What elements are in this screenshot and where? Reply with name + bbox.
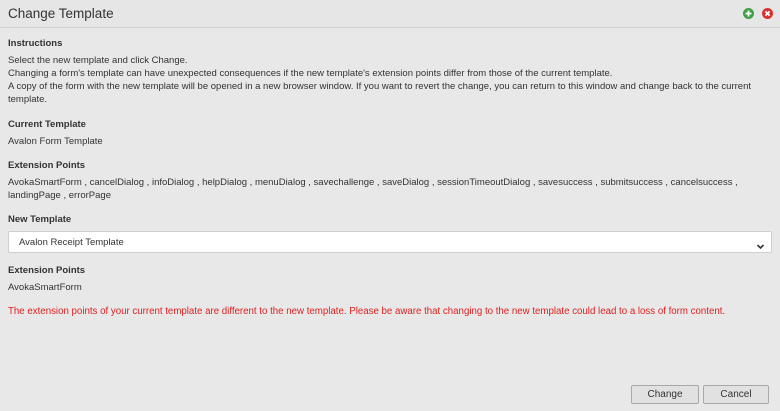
change-template-dialog: Change Template Instructions Select the … (0, 0, 780, 411)
instructions-line-3: A copy of the form with the new template… (8, 81, 752, 92)
current-extension-points-heading: Extension Points (8, 160, 86, 171)
new-template-heading: New Template (8, 214, 72, 225)
current-template-heading: Current Template (8, 119, 86, 130)
cancel-button[interactable]: Cancel (703, 385, 769, 404)
current-template-value: Avalon Form Template (8, 136, 103, 147)
new-extension-points-heading: Extension Points (8, 265, 86, 276)
change-button[interactable]: Change (631, 385, 699, 404)
dialog-titlebar: Change Template (0, 0, 780, 28)
warning-message: The extension points of your current tem… (8, 306, 726, 317)
dialog-title: Change Template (8, 6, 114, 21)
chevron-down-icon (756, 238, 765, 256)
current-extension-points-line-1: AvokaSmartForm , cancelDialog , infoDial… (8, 177, 738, 188)
close-icon[interactable] (762, 8, 773, 19)
instructions-heading: Instructions (8, 38, 63, 49)
new-template-select[interactable]: Avalon Receipt Template (8, 231, 772, 253)
current-extension-points-line-2: landingPage , errorPage (8, 190, 111, 201)
new-extension-points-value: AvokaSmartForm (8, 282, 82, 293)
instructions-line-2: Changing a form's template can have unex… (8, 68, 613, 79)
add-icon[interactable] (743, 8, 754, 19)
instructions-line-3-cont: template. (8, 94, 48, 105)
new-template-selected-value: Avalon Receipt Template (19, 237, 124, 248)
instructions-line-1: Select the new template and click Change… (8, 55, 188, 66)
